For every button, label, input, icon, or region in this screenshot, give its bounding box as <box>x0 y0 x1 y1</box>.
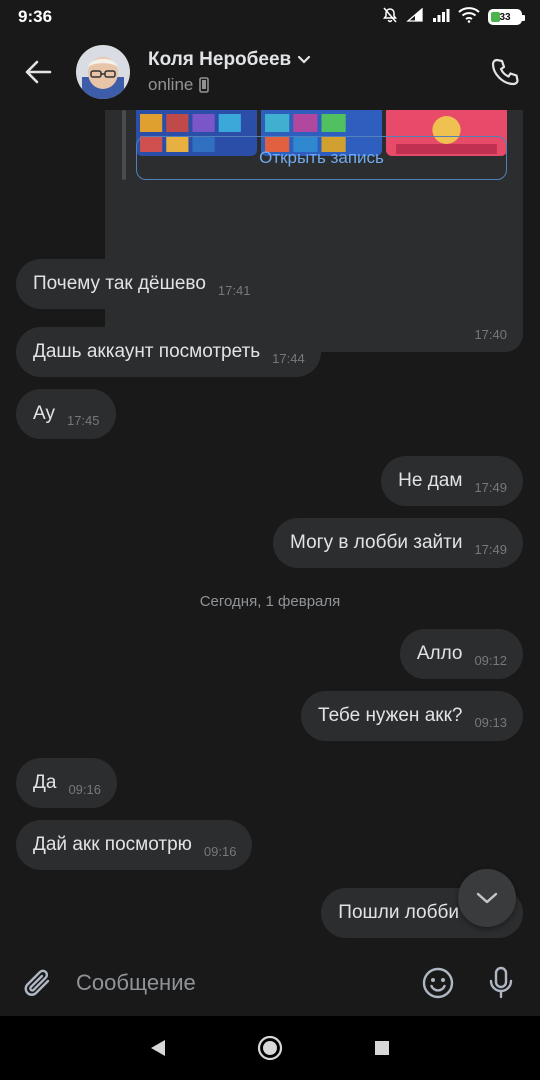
open-post-label: Открыть запись <box>259 148 384 167</box>
message-text: Да <box>33 772 57 793</box>
paperclip-icon <box>24 969 50 996</box>
mute-icon <box>382 7 398 28</box>
voice-message-button[interactable] <box>468 950 534 1016</box>
message-time: 09:16 <box>68 781 101 797</box>
call-button[interactable] <box>470 34 540 110</box>
contact-info[interactable]: Коля Неробеев online <box>148 49 311 95</box>
message-text: Алло <box>416 643 463 664</box>
message-bubble[interactable]: Алло 09:12 <box>399 629 523 679</box>
emoji-button[interactable] <box>408 950 468 1016</box>
message-text: Почему так дёшево <box>33 273 206 294</box>
nav-recents-button[interactable] <box>326 1016 438 1080</box>
open-post-button[interactable]: Открыть запись <box>136 136 507 180</box>
message-bubble[interactable]: Дашь аккаунт посмотреть 17:44 <box>16 327 321 377</box>
message-composer <box>0 950 540 1016</box>
message-bubble[interactable]: Ау 17:45 <box>16 389 116 439</box>
message-text: Тебе нужен акк? <box>318 705 463 726</box>
avatar[interactable] <box>76 45 130 99</box>
post-quote-bar <box>122 110 126 180</box>
message-time: 17:49 <box>474 479 507 495</box>
wifi-icon <box>458 6 480 28</box>
message-time: 17:45 <box>66 412 100 428</box>
arrow-left-icon <box>25 60 52 84</box>
message-time: 09:12 <box>474 652 507 668</box>
message-text: Пошли лобби <box>338 902 459 923</box>
system-navigation-bar <box>0 1016 540 1080</box>
status-bar: 9:36 33 <box>0 0 540 34</box>
message-bubble[interactable]: Могу в лобби зайти 17:49 <box>273 518 523 568</box>
message-bubble[interactable]: Не дам 17:49 <box>381 456 523 506</box>
message-time: 09:13 <box>474 714 507 730</box>
mobile-phone-icon <box>199 77 210 93</box>
microphone-icon <box>489 966 513 999</box>
battery-icon: 33 <box>488 9 525 25</box>
chevron-down-icon <box>298 55 311 64</box>
contact-name: Коля Неробеев <box>148 49 292 70</box>
signal-bars-icon <box>432 8 450 27</box>
battery-level: 33 <box>499 11 511 23</box>
phone-icon <box>491 58 519 86</box>
contact-name-row: Коля Неробеев <box>148 49 311 71</box>
message-text: Дай акк посмотрю <box>33 834 192 855</box>
message-text: Могу в лобби зайти <box>290 532 463 553</box>
post-time: 17:40 <box>474 327 507 342</box>
scroll-down-button[interactable] <box>458 869 516 927</box>
signal-icon <box>406 7 424 27</box>
date-separator: Сегодня, 1 февраля <box>199 593 341 610</box>
contact-status: online <box>148 75 194 94</box>
triangle-back-icon <box>151 1040 165 1056</box>
message-time: 17:49 <box>474 541 507 557</box>
chat-screen: 9:36 33 Коля Неробеев online Открыть зап… <box>0 0 540 1080</box>
square-recents-icon <box>375 1041 389 1055</box>
nav-home-button[interactable] <box>214 1016 326 1080</box>
message-input[interactable] <box>76 959 408 1007</box>
message-bubble[interactable]: Почему так дёшево 17:41 <box>16 259 267 309</box>
smiley-icon <box>422 967 454 999</box>
message-bubble[interactable]: Тебе нужен акк? 09:13 <box>301 691 523 741</box>
message-text: Не дам <box>398 470 463 491</box>
attach-button[interactable] <box>0 950 76 1016</box>
message-time: 17:44 <box>272 350 305 366</box>
chat-header: Коля Неробеев online <box>0 34 540 110</box>
back-button[interactable] <box>0 34 76 110</box>
message-list[interactable]: Открыть запись 17:40 Почему так дёшево 1… <box>0 110 540 950</box>
message-time: 17:41 <box>217 282 251 298</box>
contact-status-row: online <box>148 75 311 95</box>
message-bubble[interactable]: Да 09:16 <box>16 758 117 808</box>
shared-post[interactable]: Открыть запись 17:40 <box>105 110 523 352</box>
message-time: 09:16 <box>203 843 237 859</box>
circle-home-icon <box>257 1035 283 1061</box>
message-text: Ау <box>33 403 55 424</box>
chevron-down-icon <box>476 892 498 904</box>
message-text: Дашь аккаунт посмотреть <box>33 341 261 362</box>
status-icons: 33 <box>382 6 525 28</box>
status-time: 9:36 <box>18 7 53 26</box>
nav-back-button[interactable] <box>102 1016 214 1080</box>
message-bubble[interactable]: Дай акк посмотрю 09:16 <box>16 820 253 870</box>
